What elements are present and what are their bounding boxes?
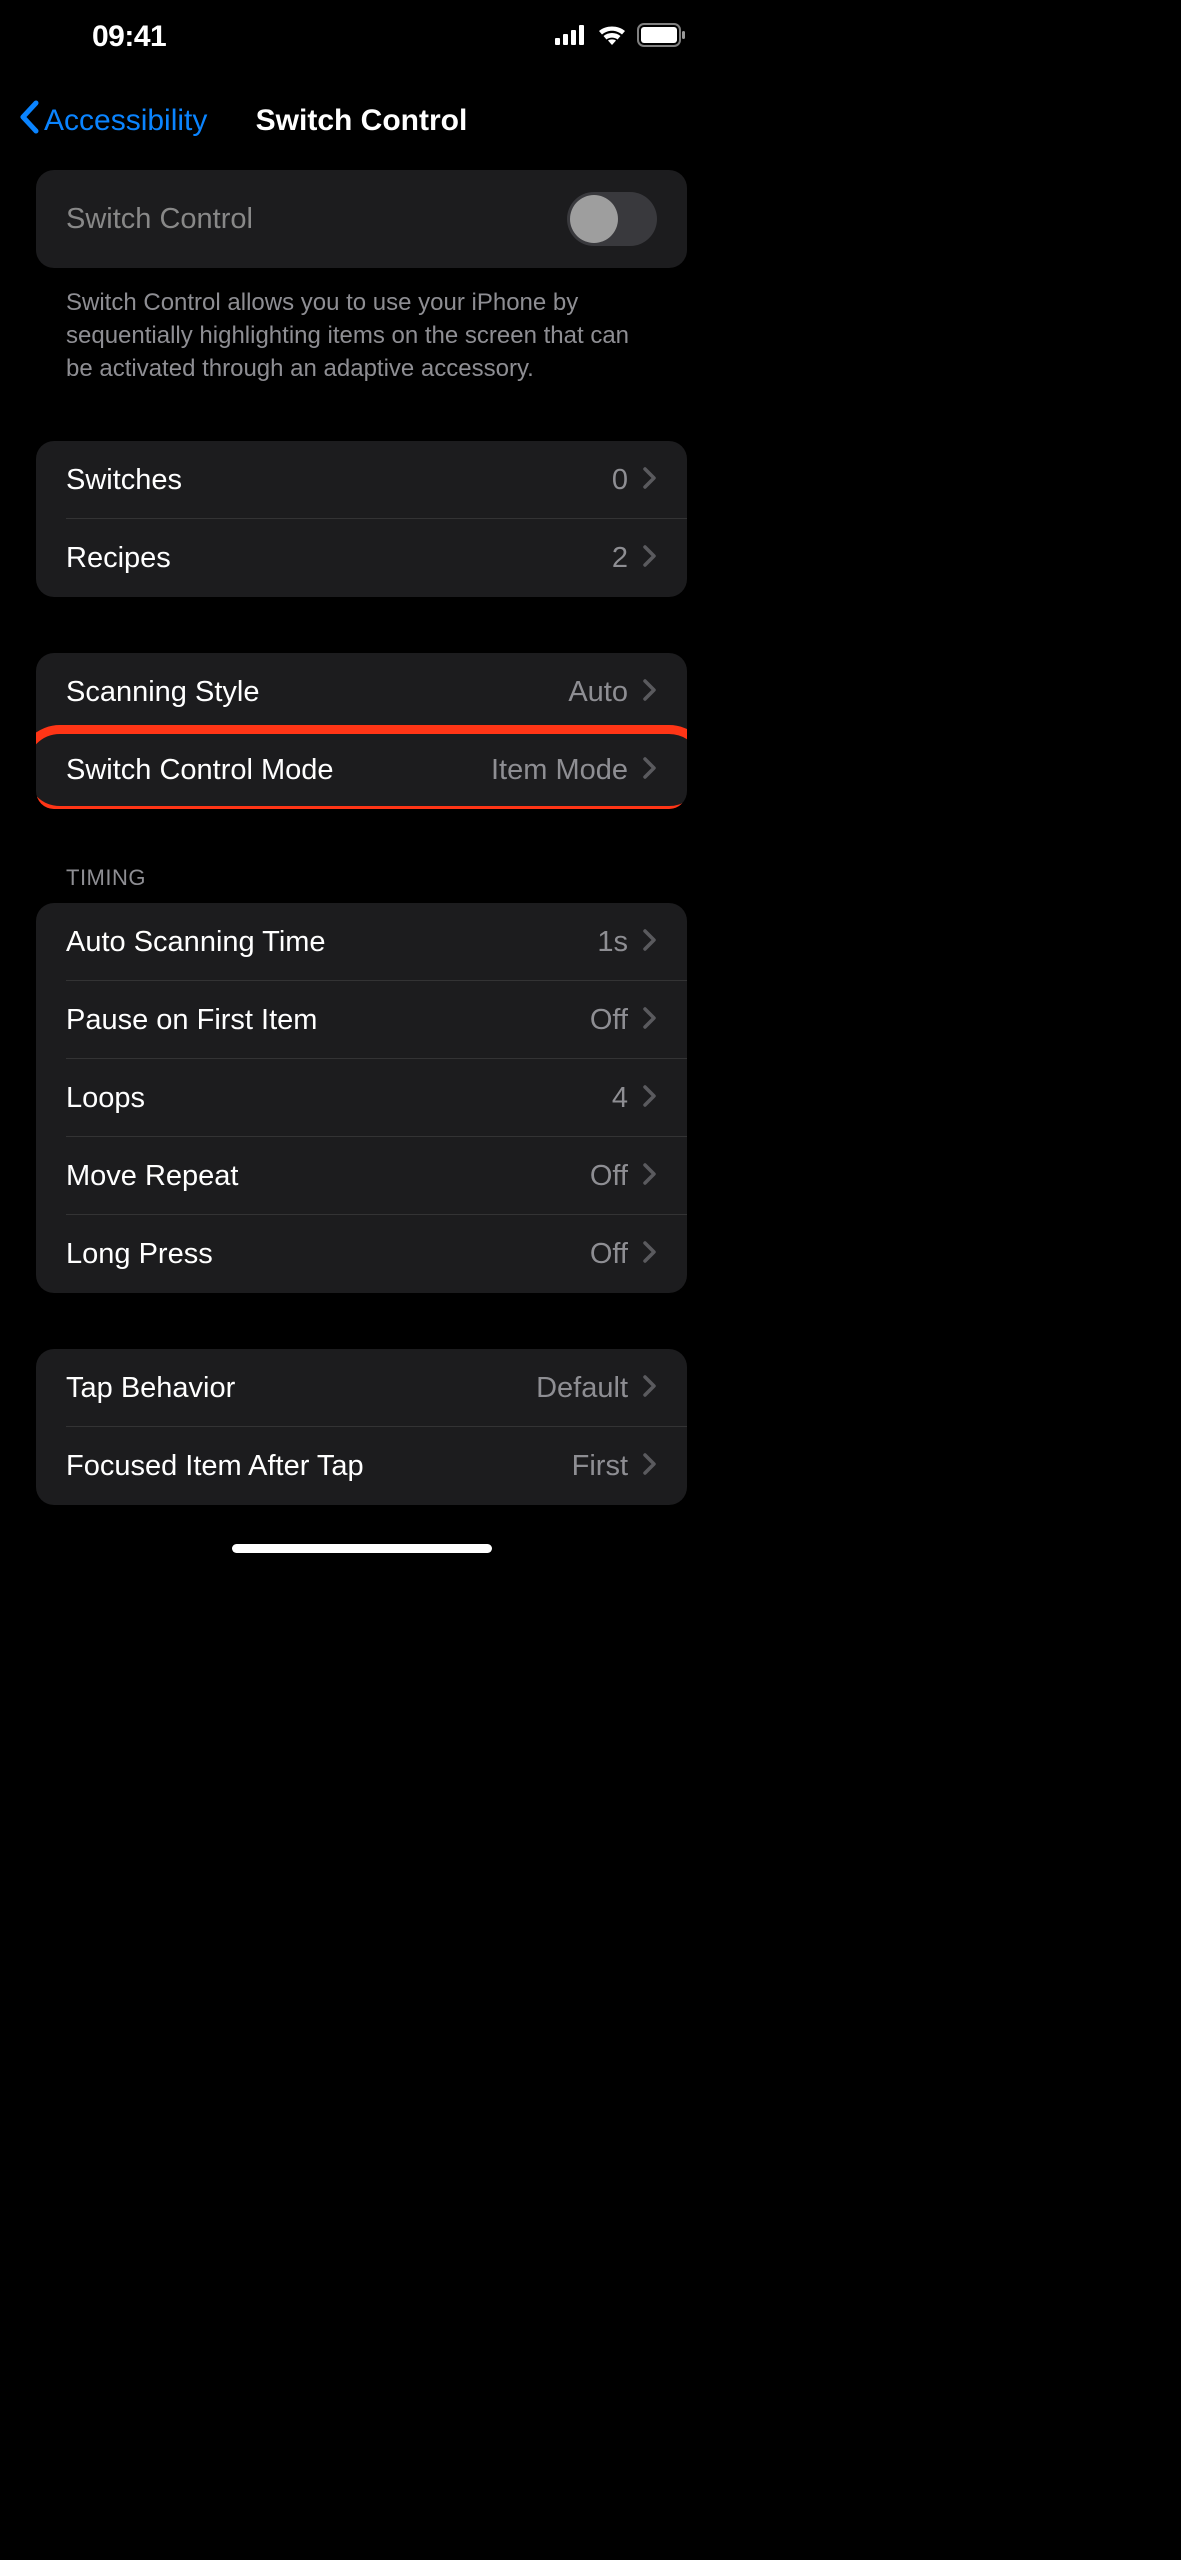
row-value: 1s — [597, 926, 628, 959]
auto-scanning-time-row[interactable]: Auto Scanning Time 1s — [36, 903, 687, 981]
row-label: Move Repeat — [66, 1160, 239, 1193]
row-label: Loops — [66, 1082, 145, 1115]
row-value: Item Mode — [491, 754, 628, 787]
pause-on-first-item-row[interactable]: Pause on First Item Off — [36, 981, 687, 1059]
switch-control-mode-row[interactable]: Switch Control Mode Item Mode — [36, 731, 687, 809]
row-label: Switches — [66, 464, 182, 497]
row-value: 0 — [612, 464, 628, 497]
chevron-right-icon — [642, 1084, 657, 1113]
back-button[interactable]: Accessibility — [18, 100, 207, 142]
move-repeat-row[interactable]: Move Repeat Off — [36, 1137, 687, 1215]
chevron-right-icon — [642, 1452, 657, 1481]
page-title: Switch Control — [256, 104, 468, 138]
row-value: Default — [536, 1372, 628, 1405]
wifi-icon — [597, 24, 627, 51]
status-time: 09:41 — [36, 20, 166, 54]
battery-icon — [637, 23, 687, 52]
home-indicator[interactable] — [232, 1544, 492, 1553]
row-value: Off — [590, 1238, 628, 1271]
row-value: 2 — [612, 542, 628, 575]
row-label: Tap Behavior — [66, 1372, 235, 1405]
row-label: Switch Control — [66, 203, 253, 236]
loops-row[interactable]: Loops 4 — [36, 1059, 687, 1137]
row-label: Scanning Style — [66, 676, 259, 709]
row-label: Switch Control Mode — [66, 754, 334, 787]
chevron-left-icon — [18, 100, 40, 142]
scanning-style-row[interactable]: Scanning Style Auto — [36, 653, 687, 731]
focused-item-after-tap-row[interactable]: Focused Item After Tap First — [36, 1427, 687, 1505]
long-press-row[interactable]: Long Press Off — [36, 1215, 687, 1293]
row-value: Off — [590, 1160, 628, 1193]
toggle-knob — [570, 195, 618, 243]
tap-behavior-row[interactable]: Tap Behavior Default — [36, 1349, 687, 1427]
chevron-right-icon — [642, 1162, 657, 1191]
back-label: Accessibility — [44, 104, 207, 138]
cellular-icon — [555, 25, 587, 50]
chevron-right-icon — [642, 466, 657, 495]
row-label: Long Press — [66, 1238, 213, 1271]
row-value: 4 — [612, 1082, 628, 1115]
chevron-right-icon — [642, 544, 657, 573]
recipes-row[interactable]: Recipes 2 — [36, 519, 687, 597]
timing-header: TIMING — [36, 865, 687, 903]
navigation-bar: Accessibility Switch Control — [0, 60, 723, 170]
chevron-right-icon — [642, 928, 657, 957]
chevron-right-icon — [642, 678, 657, 707]
toggle-switch[interactable] — [567, 192, 657, 246]
row-label: Focused Item After Tap — [66, 1450, 364, 1483]
row-label: Pause on First Item — [66, 1004, 317, 1037]
row-label: Auto Scanning Time — [66, 926, 326, 959]
status-icons — [555, 23, 687, 52]
row-value: First — [572, 1450, 628, 1483]
chevron-right-icon — [642, 1374, 657, 1403]
chevron-right-icon — [642, 1240, 657, 1269]
chevron-right-icon — [642, 756, 657, 785]
switch-control-toggle-row[interactable]: Switch Control — [36, 170, 687, 268]
status-bar: 09:41 — [0, 0, 723, 60]
chevron-right-icon — [642, 1006, 657, 1035]
switches-row[interactable]: Switches 0 — [36, 441, 687, 519]
row-label: Recipes — [66, 542, 171, 575]
row-value: Off — [590, 1004, 628, 1037]
row-value: Auto — [568, 676, 628, 709]
section-description: Switch Control allows you to use your iP… — [36, 268, 687, 385]
